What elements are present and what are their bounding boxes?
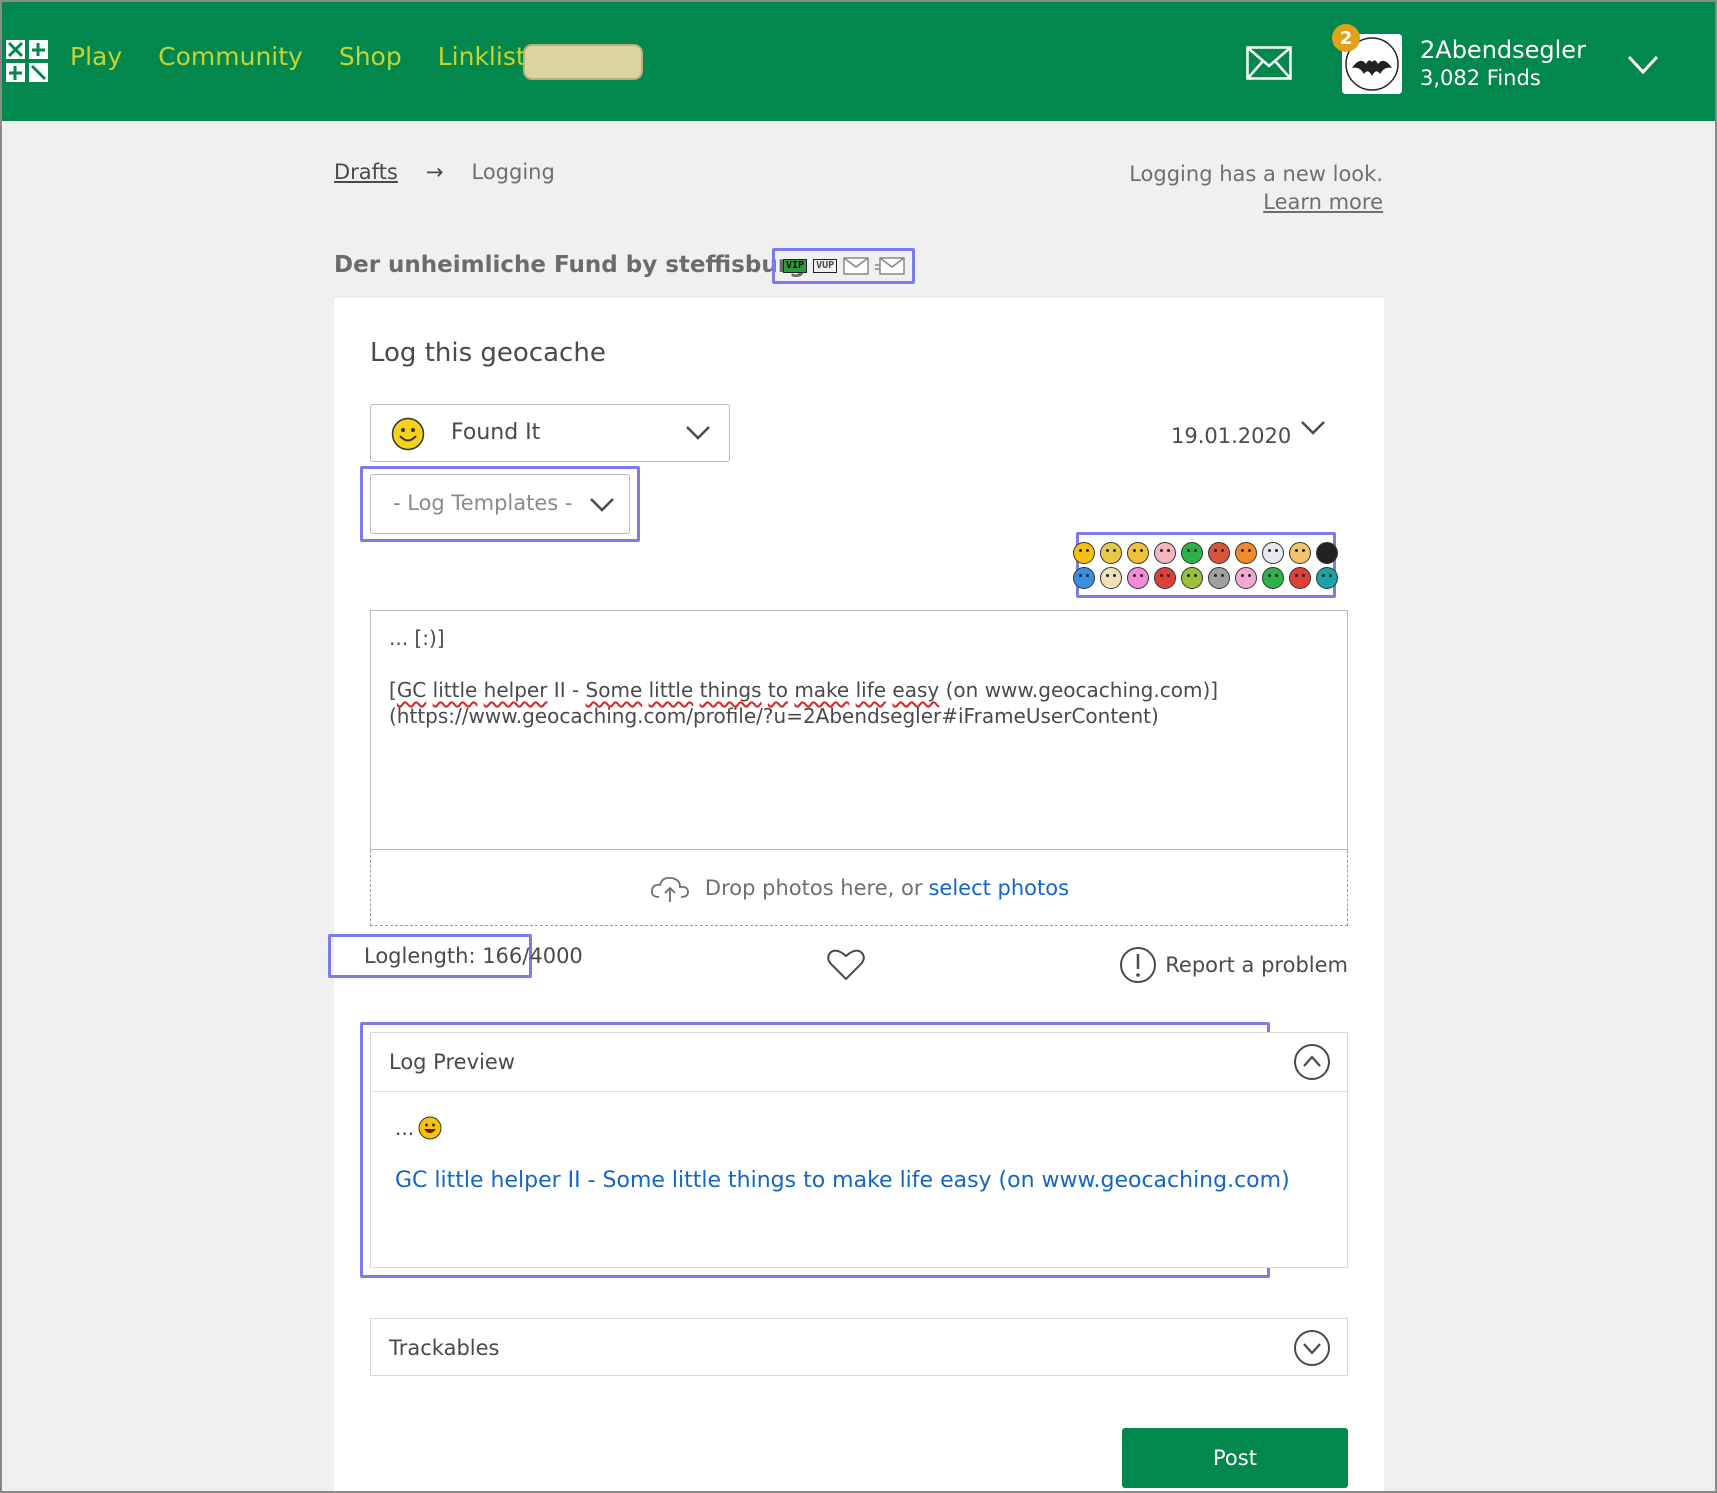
heart-icon[interactable] (826, 946, 866, 982)
mail-owner-icon[interactable] (843, 257, 869, 275)
smiley-option-icon[interactable] (1234, 566, 1257, 589)
log-preview-title: Log Preview (389, 1050, 515, 1074)
chevron-down-icon (590, 498, 614, 512)
log-date[interactable]: 19.01.2020 (1171, 424, 1291, 448)
smiley-option-icon[interactable] (1099, 541, 1122, 564)
post-button[interactable]: Post (1122, 1428, 1348, 1488)
smiley-option-icon[interactable] (1261, 541, 1284, 564)
log-text-word: make (794, 678, 850, 702)
log-type-label: Found It (451, 420, 541, 445)
log-type-select[interactable]: Found It (370, 404, 730, 462)
username[interactable]: 2Abendsegler (1420, 36, 1586, 64)
log-preview-body: ... GC little helper II - Some little th… (371, 1091, 1347, 1217)
trackables-panel: Trackables (370, 1318, 1348, 1376)
smiley-option-icon[interactable] (1153, 566, 1176, 589)
mail-icon[interactable] (1246, 46, 1292, 80)
breadcrumb-drafts[interactable]: Drafts (334, 160, 398, 184)
select-photos-link[interactable]: select photos (928, 876, 1069, 900)
new-look-notice: Logging has a new look. Learn more (1129, 160, 1383, 216)
chevron-down-icon (686, 426, 710, 440)
vup-badge[interactable]: VUP (813, 259, 838, 273)
log-text-word: things (699, 678, 762, 702)
breadcrumb: Drafts → Logging (334, 160, 555, 184)
smiley-icon (418, 1116, 442, 1140)
date-chevron-down-icon[interactable] (1300, 420, 1326, 436)
cache-owner-badges: VIP VUP (772, 248, 915, 284)
log-text-word: (on (945, 678, 979, 702)
log-text-word: www.geocaching.com)] (984, 678, 1219, 702)
smiley-option-icon[interactable] (1288, 541, 1311, 564)
log-text-word: easy (892, 678, 940, 702)
smiley-option-icon[interactable] (1099, 566, 1122, 589)
cache-title: Der unheimliche Fund by steffisburg (334, 252, 806, 278)
photo-drop-zone[interactable]: Drop photos here, or select photos (370, 850, 1348, 926)
log-text-word: - (571, 678, 580, 702)
log-text-word: Some (585, 678, 643, 702)
learn-more-link[interactable]: Learn more (1129, 188, 1383, 216)
smiley-option-icon[interactable] (1207, 541, 1230, 564)
chevron-down-icon[interactable] (1626, 54, 1660, 76)
alert-circle-icon (1120, 947, 1157, 983)
preview-ellipsis: ... (395, 1116, 415, 1140)
log-preview-header[interactable]: Log Preview (371, 1033, 1347, 1091)
preview-line1: ... (395, 1116, 1323, 1140)
cloud-upload-icon (650, 876, 689, 902)
preview-link[interactable]: GC little helper II - Some little things… (395, 1168, 1323, 1193)
drop-text: Drop photos here, or (704, 875, 923, 900)
smiley-option-icon[interactable] (1315, 541, 1338, 564)
chevron-down-circle-icon[interactable] (1293, 1329, 1331, 1367)
log-text-word: helper (483, 678, 548, 702)
smiley-option-icon[interactable] (1072, 541, 1095, 564)
vip-badge[interactable]: VIP (783, 259, 808, 273)
breadcrumb-arrow-icon: → (425, 160, 444, 184)
smiley-option-icon[interactable] (1234, 541, 1257, 564)
report-problem-label: Report a problem (1165, 953, 1348, 977)
nav-extra-pill[interactable] (523, 44, 643, 80)
smiley-option-icon[interactable] (1261, 566, 1284, 589)
card-title: Log this geocache (370, 338, 606, 368)
nav-linklist[interactable]: Linklist (438, 42, 526, 71)
notification-badge: 2 (1332, 24, 1360, 52)
smiley-option-icon[interactable] (1180, 541, 1203, 564)
log-text-link-line: [GC little helper II - Some little thing… (389, 678, 1219, 702)
main-nav: Play Community Shop Linklist (70, 42, 526, 71)
smiley-found-icon (391, 417, 425, 451)
message-owner-icon[interactable] (875, 257, 905, 275)
top-navigation-bar: Play Community Shop Linklist 2 2Abendseg… (2, 2, 1715, 121)
log-text-word: II (553, 678, 566, 702)
log-card: Log this geocache Found It 19.01.2020 - … (328, 298, 1384, 1493)
chevron-up-circle-icon[interactable] (1293, 1043, 1331, 1081)
log-text-word: little (432, 678, 478, 702)
breadcrumb-current: Logging (471, 160, 555, 184)
nav-community[interactable]: Community (158, 42, 303, 71)
log-text-word: GC (396, 678, 427, 702)
geocaching-logo-icon[interactable] (4, 38, 50, 84)
new-look-text: Logging has a new look. (1129, 162, 1383, 186)
report-problem[interactable]: Report a problem (1119, 946, 1348, 984)
smiley-option-icon[interactable] (1288, 566, 1311, 589)
log-text-url: (https://www.geocaching.com/profile/?u=2… (389, 704, 1159, 728)
log-text-word: little (648, 678, 694, 702)
smiley-picker (1072, 532, 1338, 598)
log-templates-select[interactable]: - Log Templates - (370, 474, 630, 534)
nav-play[interactable]: Play (70, 42, 122, 71)
smiley-option-icon[interactable] (1315, 566, 1338, 589)
log-preview-panel: Log Preview ... GC little helper II - So… (370, 1032, 1348, 1268)
smiley-option-icon[interactable] (1153, 541, 1176, 564)
smiley-option-icon[interactable] (1072, 566, 1095, 589)
trackables-header[interactable]: Trackables (371, 1319, 1347, 1377)
trackables-title: Trackables (389, 1336, 500, 1360)
log-text-line1: ... [:)] (389, 626, 445, 650)
smiley-option-icon[interactable] (1180, 566, 1203, 589)
log-text-area[interactable]: ... [:)] [GC little helper II - Some lit… (370, 610, 1348, 850)
loglength-counter: Loglength: 166/4000 (364, 944, 583, 968)
nav-shop[interactable]: Shop (339, 42, 402, 71)
smiley-option-icon[interactable] (1126, 566, 1149, 589)
smiley-option-icon[interactable] (1207, 566, 1230, 589)
log-text-word: life (855, 678, 887, 702)
find-count: 3,082 Finds (1420, 66, 1541, 90)
log-templates-label: - Log Templates - (393, 491, 573, 515)
smiley-option-icon[interactable] (1126, 541, 1149, 564)
log-text-word: to (767, 678, 788, 702)
